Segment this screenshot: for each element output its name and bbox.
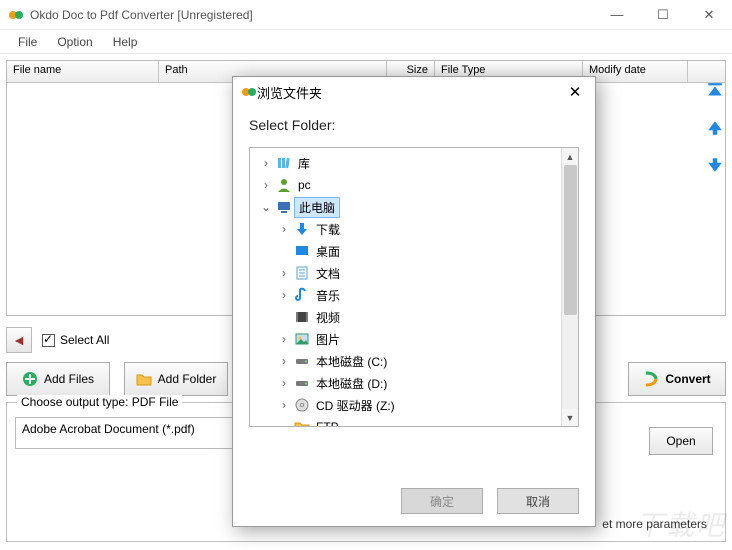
tree-node-label: CD 驱动器 (Z:): [312, 396, 399, 415]
add-folder-label: Add Folder: [158, 372, 217, 386]
open-label: Open: [666, 434, 695, 448]
expander-icon[interactable]: ›: [276, 376, 292, 390]
menu-file[interactable]: File: [8, 35, 47, 49]
user-icon: [276, 177, 292, 193]
document-icon: [294, 265, 310, 281]
tree-node-label: 视频: [312, 308, 344, 327]
download-icon: [294, 221, 310, 237]
more-parameters-link[interactable]: et more parameters: [602, 517, 707, 531]
cddrive-icon: [294, 397, 310, 413]
computer-icon: [276, 199, 292, 215]
dialog-title: 浏览文件夹: [257, 83, 555, 102]
dialog-titlebar: 浏览文件夹 ✕: [233, 77, 595, 107]
maximize-button[interactable]: ☐: [640, 0, 686, 29]
output-legend: Choose output type: PDF File: [17, 395, 182, 409]
move-top-icon[interactable]: [706, 82, 724, 105]
plus-icon: [22, 371, 38, 387]
expander-icon[interactable]: ›: [276, 288, 292, 302]
tree-node-label: 库: [294, 154, 314, 173]
scroll-down-icon[interactable]: ▼: [562, 409, 578, 426]
expander-icon[interactable]: ›: [276, 354, 292, 368]
dialog-heading: Select Folder:: [249, 117, 579, 133]
tree-node[interactable]: › 下载: [250, 218, 578, 240]
tree-node-label: 文档: [312, 264, 344, 283]
folder-icon: [136, 371, 152, 387]
reorder-arrows: [706, 82, 724, 179]
library-icon: [276, 155, 292, 171]
tree-node[interactable]: › 本地磁盘 (D:): [250, 372, 578, 394]
tree-node-label: 图片: [312, 330, 344, 349]
menu-help[interactable]: Help: [103, 35, 148, 49]
tree-node-label: 音乐: [312, 286, 344, 305]
tree-node-label: 此电脑: [294, 197, 340, 218]
tree-node-label: pc: [294, 177, 315, 193]
dialog-cancel-button[interactable]: 取消: [497, 488, 579, 514]
drive-icon: [294, 353, 310, 369]
convert-label: Convert: [665, 372, 710, 386]
expander-icon[interactable]: ›: [276, 398, 292, 412]
expander-icon[interactable]: ⌄: [258, 200, 274, 214]
tree-node[interactable]: › 文档: [250, 262, 578, 284]
move-up-icon[interactable]: [706, 119, 724, 142]
tree-node-label: 本地磁盘 (C:): [312, 352, 391, 371]
music-icon: [294, 287, 310, 303]
menu-option[interactable]: Option: [47, 35, 102, 49]
prev-page-button[interactable]: ◄: [6, 327, 32, 353]
tree-node[interactable]: › 本地磁盘 (C:): [250, 350, 578, 372]
app-logo-icon: [8, 7, 24, 23]
tree-node[interactable]: FTP: [250, 416, 578, 427]
dialog-logo-icon: [241, 84, 257, 100]
video-icon: [294, 309, 310, 325]
picture-icon: [294, 331, 310, 347]
tree-node[interactable]: 视频: [250, 306, 578, 328]
add-folder-button[interactable]: Add Folder: [124, 362, 228, 396]
titlebar: Okdo Doc to Pdf Converter [Unregistered]…: [0, 0, 732, 30]
minimize-button[interactable]: —: [594, 0, 640, 29]
tree-node[interactable]: › CD 驱动器 (Z:): [250, 394, 578, 416]
folder-tree[interactable]: ›库›pc⌄此电脑›下载桌面›文档›音乐视频›图片›本地磁盘 (C:)›本地磁盘…: [249, 147, 579, 427]
folder-icon: [294, 419, 310, 427]
col-filename[interactable]: File name: [7, 61, 159, 82]
desktop-icon: [294, 243, 310, 259]
expander-icon[interactable]: ›: [276, 266, 292, 280]
dialog-close-button[interactable]: ✕: [555, 83, 595, 101]
tree-node-label: FTP: [312, 419, 343, 427]
scroll-up-icon[interactable]: ▲: [562, 148, 578, 165]
expander-icon[interactable]: ›: [276, 332, 292, 346]
add-files-label: Add Files: [44, 372, 94, 386]
open-button[interactable]: Open: [649, 427, 713, 455]
expander-icon[interactable]: ›: [276, 222, 292, 236]
scroll-thumb[interactable]: [564, 165, 577, 315]
window-title: Okdo Doc to Pdf Converter [Unregistered]: [30, 8, 594, 22]
browse-folder-dialog: 浏览文件夹 ✕ Select Folder: ›库›pc⌄此电脑›下载桌面›文档…: [232, 76, 596, 527]
tree-node[interactable]: › 图片: [250, 328, 578, 350]
move-down-icon[interactable]: [706, 156, 724, 179]
tree-node-label: 下载: [312, 220, 344, 239]
dialog-button-row: 确定 取消: [233, 476, 595, 526]
tree-node[interactable]: › pc: [250, 174, 578, 196]
convert-button[interactable]: Convert: [628, 362, 726, 396]
add-files-button[interactable]: Add Files: [6, 362, 110, 396]
expander-icon[interactable]: ›: [258, 156, 274, 170]
drive-icon: [294, 375, 310, 391]
col-date[interactable]: Modify date: [583, 61, 688, 82]
tree-node-label: 本地磁盘 (D:): [312, 374, 391, 393]
close-button[interactable]: ✕: [686, 0, 732, 29]
tree-node[interactable]: ⌄ 此电脑: [250, 196, 578, 218]
select-all-label: Select All: [60, 333, 109, 347]
tree-node[interactable]: 桌面: [250, 240, 578, 262]
dialog-ok-button[interactable]: 确定: [401, 488, 483, 514]
checkbox-icon: [42, 334, 55, 347]
select-all-checkbox[interactable]: Select All: [42, 333, 109, 347]
menubar: File Option Help: [0, 30, 732, 54]
tree-node-label: 桌面: [312, 242, 344, 261]
convert-icon: [643, 371, 659, 387]
tree-scrollbar[interactable]: ▲ ▼: [561, 148, 578, 426]
tree-node[interactable]: ›库: [250, 152, 578, 174]
output-type-value: Adobe Acrobat Document (*.pdf): [22, 422, 195, 436]
tree-node[interactable]: › 音乐: [250, 284, 578, 306]
expander-icon[interactable]: ›: [258, 178, 274, 192]
